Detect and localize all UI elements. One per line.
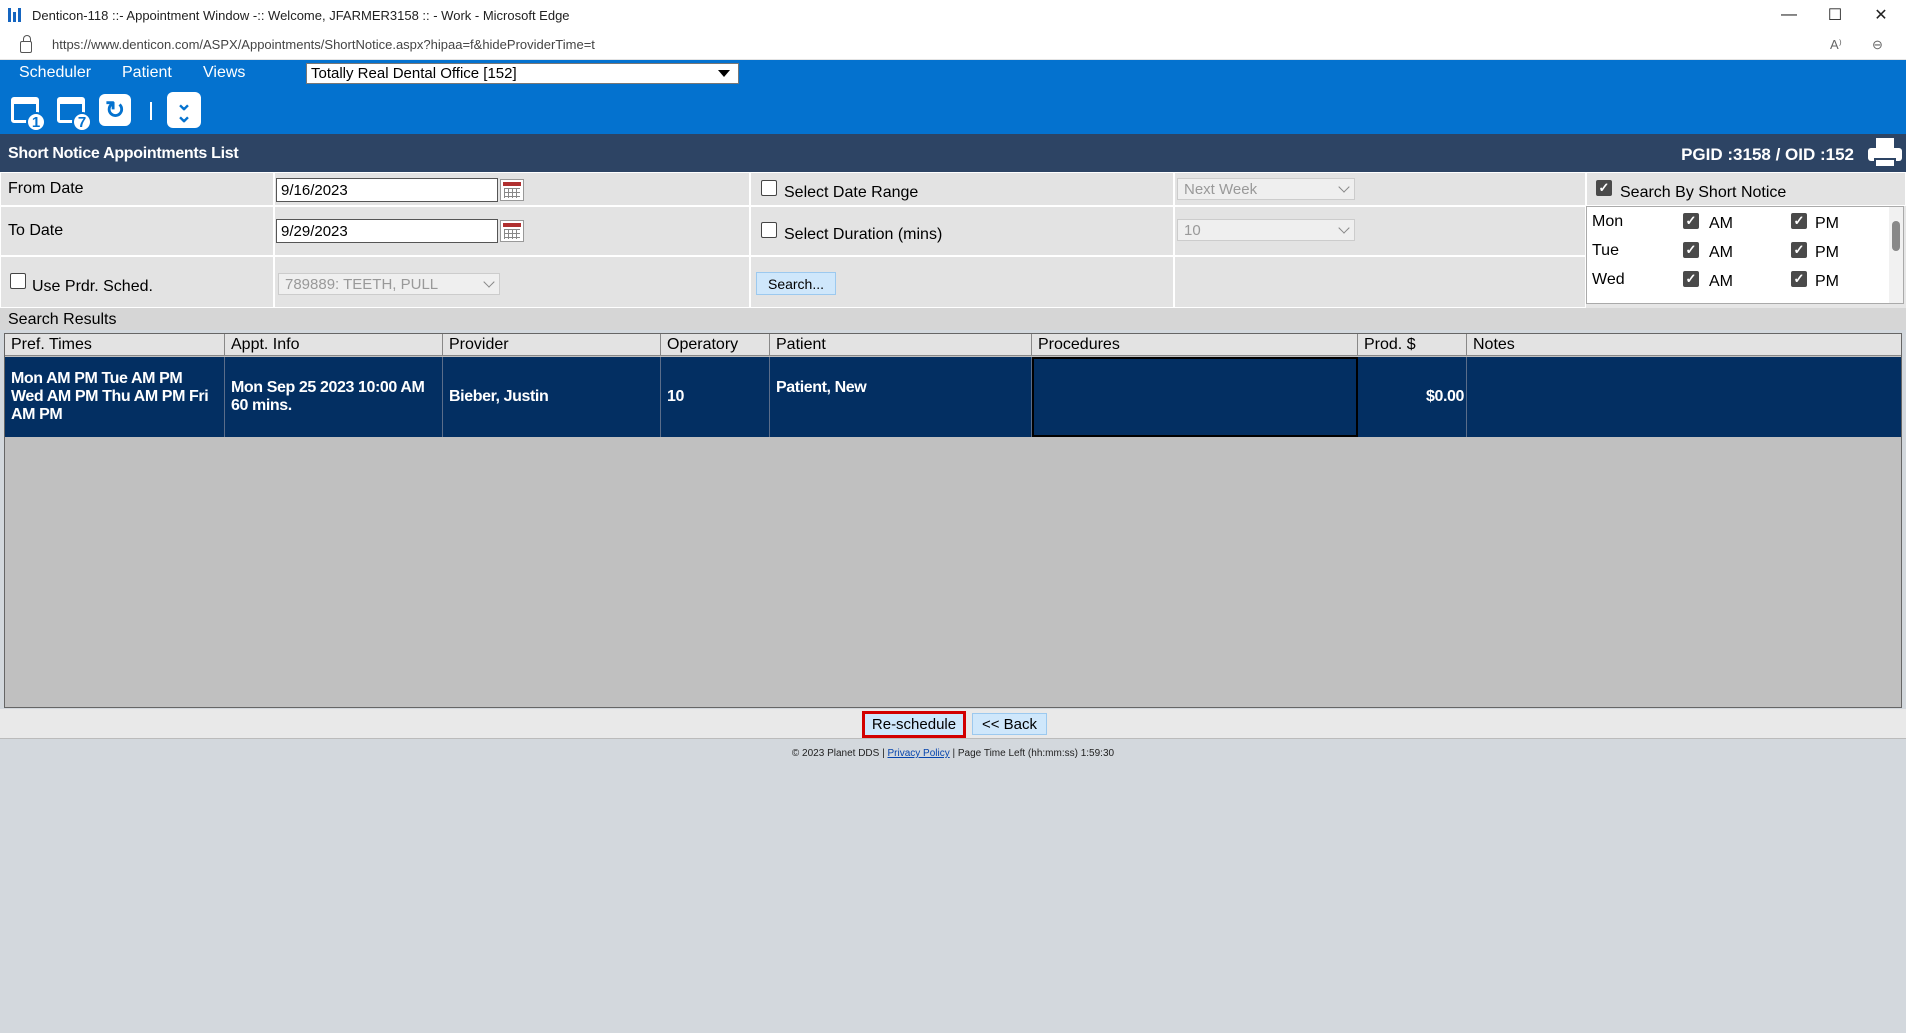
refresh-button[interactable]: ↻ bbox=[98, 93, 132, 127]
ids-text: PGID :3158 / OID :152 bbox=[1681, 145, 1854, 164]
window-titlebar: Denticon-118 ::- Appointment Window -:: … bbox=[0, 0, 1906, 30]
privacy-policy-link[interactable]: Privacy Policy bbox=[887, 748, 949, 759]
calendar-week-icon: 7 bbox=[57, 97, 92, 132]
cell-provider: Bieber, Justin bbox=[443, 357, 661, 437]
double-chevron-down-icon: ⌄ ⌄ bbox=[167, 92, 201, 128]
back-button[interactable]: << Back bbox=[972, 713, 1047, 735]
day-preferences-list[interactable]: Mon ✓ AM ✓ PM Tue ✓ AM ✓ PM Wed ✓ AM ✓ PM bbox=[1586, 206, 1904, 304]
cell-pref-times: Mon AM PM Tue AM PM Wed AM PM Thu AM PM … bbox=[5, 357, 225, 437]
toolbar-separator bbox=[150, 102, 152, 120]
menu-views[interactable]: Views bbox=[203, 64, 245, 82]
printer-icon[interactable] bbox=[1868, 138, 1902, 168]
results-header: Pref. Times Appt. Info Provider Operator… bbox=[5, 334, 1901, 356]
mon-am-checkbox[interactable]: ✓ bbox=[1683, 213, 1699, 229]
select-date-range-label: Select Date Range bbox=[784, 184, 919, 201]
wed-pm-checkbox[interactable]: ✓ bbox=[1791, 271, 1807, 287]
to-date-label: To Date bbox=[8, 222, 64, 239]
url-text[interactable]: https://www.denticon.com/ASPX/Appointmen… bbox=[52, 37, 595, 52]
day-list-scrollbar[interactable] bbox=[1889, 207, 1903, 303]
results-grid: Pref. Times Appt. Info Provider Operator… bbox=[4, 333, 1902, 708]
cell-prod: $0.00 bbox=[1358, 357, 1467, 437]
col-prod[interactable]: Prod. $ bbox=[1358, 334, 1467, 356]
provider-select: 789889: TEETH, PULL bbox=[278, 273, 500, 295]
footer: © 2023 Planet DDS | Privacy Policy | Pag… bbox=[0, 748, 1906, 759]
wed-am-checkbox[interactable]: ✓ bbox=[1683, 271, 1699, 287]
menu-patient[interactable]: Patient bbox=[122, 64, 172, 82]
app-icon bbox=[8, 8, 22, 22]
maximize-button[interactable]: ☐ bbox=[1812, 0, 1858, 30]
search-by-short-notice-label: Search By Short Notice bbox=[1620, 184, 1787, 201]
list-header: Short Notice Appointments List PGID :315… bbox=[0, 134, 1906, 172]
table-row[interactable]: Mon AM PM Tue AM PM Wed AM PM Thu AM PM … bbox=[5, 357, 1901, 437]
to-date-calendar-icon[interactable] bbox=[500, 220, 524, 242]
chevron-down-icon bbox=[1338, 222, 1350, 234]
cell-notes bbox=[1467, 357, 1901, 437]
chevron-down-icon bbox=[1338, 181, 1350, 193]
close-button[interactable]: ✕ bbox=[1858, 0, 1904, 30]
refresh-icon: ↻ bbox=[99, 94, 131, 126]
zoom-icon[interactable]: ⊖ bbox=[1872, 37, 1883, 53]
day-view-button[interactable]: 1 bbox=[8, 93, 46, 132]
col-operatory[interactable]: Operatory bbox=[661, 334, 770, 356]
page-time-left: | Page Time Left (hh:mm:ss) 1:59:30 bbox=[952, 748, 1115, 759]
from-date-calendar-icon[interactable] bbox=[500, 179, 524, 201]
col-provider[interactable]: Provider bbox=[443, 334, 661, 356]
duration-select: 10 bbox=[1177, 219, 1355, 241]
office-select-value: Totally Real Dental Office [152] bbox=[311, 65, 517, 82]
select-date-range-checkbox[interactable] bbox=[761, 180, 777, 196]
search-by-short-notice-checkbox[interactable]: ✓ bbox=[1596, 180, 1612, 196]
tue-am-checkbox[interactable]: ✓ bbox=[1683, 242, 1699, 258]
cell-appt-info: Mon Sep 25 2023 10:00 AM 60 mins. bbox=[225, 357, 443, 437]
cell-patient: Patient, New bbox=[770, 357, 1032, 437]
window-title: Denticon-118 ::- Appointment Window -:: … bbox=[32, 7, 570, 23]
day-row-mon: Mon ✓ AM ✓ PM bbox=[1592, 213, 1839, 232]
from-date-input[interactable] bbox=[276, 178, 498, 202]
address-bar: https://www.denticon.com/ASPX/Appointmen… bbox=[0, 30, 1906, 60]
use-prdr-sched-label: Use Prdr. Sched. bbox=[32, 278, 153, 295]
menu-scheduler[interactable]: Scheduler bbox=[19, 64, 91, 82]
day-row-wed: Wed ✓ AM ✓ PM bbox=[1592, 271, 1839, 290]
tue-pm-checkbox[interactable]: ✓ bbox=[1791, 242, 1807, 258]
date-range-select: Next Week bbox=[1177, 178, 1355, 200]
copyright-text: © 2023 Planet DDS | bbox=[791, 748, 885, 759]
search-button[interactable]: Search... bbox=[756, 272, 836, 295]
use-prdr-sched-checkbox[interactable] bbox=[10, 273, 26, 289]
office-select[interactable]: Totally Real Dental Office [152] bbox=[306, 63, 739, 84]
search-results-label: Search Results bbox=[0, 308, 1906, 330]
toolbar: 1 7 ↻ ⌄ ⌄ bbox=[0, 87, 1906, 134]
cell-procedures[interactable] bbox=[1032, 357, 1358, 437]
col-notes[interactable]: Notes bbox=[1467, 334, 1901, 356]
col-patient[interactable]: Patient bbox=[770, 334, 1032, 356]
lock-icon bbox=[20, 34, 32, 53]
select-duration-checkbox[interactable] bbox=[761, 222, 777, 238]
dropdown-arrow-icon bbox=[718, 70, 730, 77]
col-procedures[interactable]: Procedures bbox=[1032, 334, 1358, 356]
filter-panel: From Date To Date Use Prdr. Sched. 78988… bbox=[0, 172, 1906, 308]
top-nav: Scheduler Patient Views Totally Real Den… bbox=[0, 60, 1906, 87]
cell-operatory: 10 bbox=[661, 357, 770, 437]
read-aloud-icon[interactable]: A⁾ bbox=[1830, 37, 1842, 53]
week-view-button[interactable]: 7 bbox=[54, 93, 92, 132]
select-duration-label: Select Duration (mins) bbox=[784, 226, 943, 243]
col-appt-info[interactable]: Appt. Info bbox=[225, 334, 443, 356]
col-pref-times[interactable]: Pref. Times bbox=[5, 334, 225, 356]
reschedule-button[interactable]: Re-schedule bbox=[862, 711, 966, 738]
from-date-label: From Date bbox=[8, 180, 84, 197]
calendar-day-icon: 1 bbox=[11, 97, 46, 132]
minimize-button[interactable]: — bbox=[1766, 0, 1812, 30]
to-date-input[interactable] bbox=[276, 219, 498, 243]
action-bar: Re-schedule << Back bbox=[0, 709, 1906, 739]
day-row-tue: Tue ✓ AM ✓ PM bbox=[1592, 242, 1839, 261]
page-title: Short Notice Appointments List bbox=[8, 145, 239, 162]
mon-pm-checkbox[interactable]: ✓ bbox=[1791, 213, 1807, 229]
chevron-down-icon bbox=[483, 276, 495, 288]
expand-button[interactable]: ⌄ ⌄ bbox=[167, 92, 201, 128]
